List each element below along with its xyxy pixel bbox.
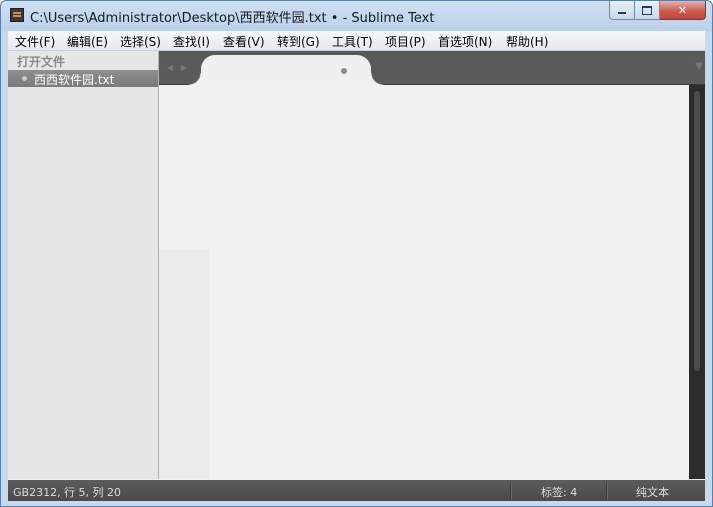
- close-button[interactable]: ✕: [660, 1, 706, 20]
- close-icon: ✕: [677, 3, 688, 17]
- caption-buttons: ✕: [609, 1, 706, 21]
- tab-scroll-left-icon[interactable]: ◀: [167, 63, 173, 72]
- maximize-button[interactable]: [635, 1, 660, 20]
- scrollbar-thumb[interactable]: [694, 91, 700, 371]
- window-title: C:\Users\Administrator\Desktop\西西软件园.txt…: [30, 11, 435, 26]
- menu-project[interactable]: 项目(P): [385, 33, 426, 50]
- vertical-scrollbar[interactable]: [689, 85, 705, 479]
- status-bar: GB2312, 行 5, 列 20 标签: 4 纯文本: [8, 480, 705, 501]
- menu-edit[interactable]: 编辑(E): [67, 33, 108, 50]
- maximize-icon: [642, 5, 652, 15]
- sidebar: 打开文件 西西软件园.txt: [8, 51, 159, 479]
- menu-tools[interactable]: 工具(T): [332, 33, 373, 50]
- open-files-header: 打开文件: [17, 55, 66, 69]
- tab-bar: ◀ ▶ ▼: [159, 51, 705, 85]
- menu-view[interactable]: 查看(V): [223, 33, 265, 50]
- status-position: GB2312, 行 5, 列 20: [13, 486, 122, 499]
- menu-help[interactable]: 帮助(H): [506, 33, 548, 50]
- tab-unsaved-dot-icon[interactable]: [341, 68, 347, 74]
- minimize-button[interactable]: [609, 1, 635, 20]
- tab-scroll-right-icon[interactable]: ▶: [181, 63, 187, 72]
- client-area: 文件(F) 编辑(E) 选择(S) 查找(I) 查看(V) 转到(G) 工具(T…: [8, 31, 705, 501]
- title-bar[interactable]: C:\Users\Administrator\Desktop\西西软件园.txt…: [1, 1, 712, 31]
- menu-goto[interactable]: 转到(G): [277, 33, 320, 50]
- application-window: C:\Users\Administrator\Desktop\西西软件园.txt…: [0, 0, 713, 507]
- menu-find[interactable]: 查找(I): [173, 33, 210, 50]
- unsaved-dot-icon: [22, 76, 27, 81]
- editor-area[interactable]: [159, 85, 705, 479]
- status-separator: [510, 482, 512, 499]
- menu-preferences[interactable]: 首选项(N): [438, 33, 492, 50]
- sidebar-open-file[interactable]: 西西软件园.txt: [8, 70, 158, 87]
- tab-list-dropdown-icon[interactable]: ▼: [695, 61, 703, 72]
- minimize-icon: [618, 12, 626, 14]
- menu-file[interactable]: 文件(F): [15, 33, 55, 50]
- sidebar-file-name: 西西软件园.txt: [34, 73, 115, 87]
- status-syntax[interactable]: 纯文本: [636, 484, 669, 500]
- tab-active[interactable]: [189, 55, 383, 85]
- status-separator: [606, 482, 608, 499]
- status-tab-size[interactable]: 标签: 4: [541, 484, 577, 500]
- menu-bar: 文件(F) 编辑(E) 选择(S) 查找(I) 查看(V) 转到(G) 工具(T…: [8, 31, 705, 51]
- line-gutter: [159, 249, 209, 479]
- sublime-text-app-icon[interactable]: [10, 8, 24, 22]
- menu-selection[interactable]: 选择(S): [120, 33, 161, 50]
